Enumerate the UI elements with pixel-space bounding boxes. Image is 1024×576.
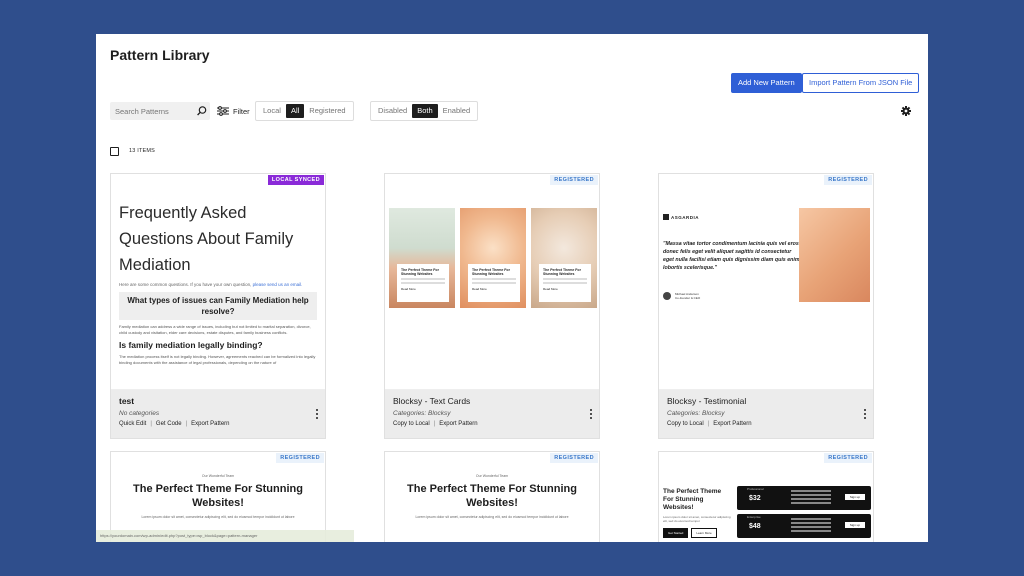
preview-heading: The Perfect Theme For Stunning Websites! xyxy=(133,483,303,509)
pattern-preview[interactable]: LOCAL SYNCED Frequently Asked Questions … xyxy=(111,174,325,390)
card-actions: Quick Edit | Get Code | Export Pattern xyxy=(119,421,230,427)
read-more-link: Read More xyxy=(472,287,487,291)
preview-image xyxy=(799,208,870,302)
preview-intro: Here are some common questions. If you h… xyxy=(119,282,303,287)
preview-answer: Family mediation can address a wide rang… xyxy=(119,324,311,335)
preview-heading: The Perfect Theme For Stunning Websites! xyxy=(663,488,722,511)
more-options-icon[interactable] xyxy=(315,408,319,420)
pattern-categories: No categories xyxy=(119,410,160,417)
preview-kicker: Our Wonderful Team xyxy=(475,474,509,478)
select-all-checkbox[interactable] xyxy=(110,147,119,156)
search-icon[interactable] xyxy=(196,105,208,117)
pattern-preview[interactable]: REGISTERED Our Wonderful Team The Perfec… xyxy=(111,452,325,542)
pattern-preview[interactable]: REGISTERED The Perfect Theme For Stunnin… xyxy=(385,174,599,390)
status-badge: REGISTERED xyxy=(550,175,598,185)
status-toggle: Disabled Both Enabled xyxy=(370,101,479,121)
filter-icon xyxy=(217,106,229,116)
pattern-card[interactable]: LOCAL SYNCED Frequently Asked Questions … xyxy=(110,173,326,439)
status-badge: LOCAL SYNCED xyxy=(267,175,324,185)
preview-logo: ASGARDIA xyxy=(663,214,803,220)
pricing-plan: Professional $32 Sign up xyxy=(737,486,871,510)
copy-to-local-link[interactable]: Copy to Local xyxy=(393,421,430,427)
copy-to-local-link[interactable]: Copy to Local xyxy=(667,421,704,427)
status-badge: REGISTERED xyxy=(824,453,872,463)
pattern-card[interactable]: REGISTERED Our Wonderful Team The Perfec… xyxy=(384,451,600,542)
preview-answer: The mediation process itself is not lega… xyxy=(119,354,316,365)
preview-subtext: Lorem ipsum dolor sit amet, consectetur … xyxy=(415,515,569,519)
preview-button: Learn More xyxy=(691,528,717,538)
status-badge: REGISTERED xyxy=(824,175,872,185)
preview-button: Get Started xyxy=(663,528,689,538)
browser-status-bar: https://yourdomain.com/wp-admin/edit.php… xyxy=(96,530,354,542)
preview-text: Lorem ipsum dolor sit amet, consectetur … xyxy=(663,515,731,523)
preview-author: Michael Anderson Co-founder & CEO xyxy=(663,292,803,300)
pattern-card[interactable]: REGISTERED Our Wonderful Team The Perfec… xyxy=(110,451,326,542)
preview-question: Is family mediation legally binding? xyxy=(119,340,263,350)
items-count: 13 ITEMS xyxy=(129,148,156,154)
status-badge: REGISTERED xyxy=(276,453,324,463)
pattern-categories: Categories: Blocksy xyxy=(393,410,451,417)
get-code-link[interactable]: Get Code xyxy=(156,421,182,427)
card-heading: The Perfect Theme For Stunning Websites xyxy=(543,268,581,276)
status-badge: REGISTERED xyxy=(550,453,598,463)
gear-icon[interactable] xyxy=(901,106,911,116)
preview-quote: "Massa vitae tortor condimentum lacinia … xyxy=(663,241,800,271)
pattern-preview[interactable]: REGISTERED ASGARDIA "Massa vitae tortor … xyxy=(659,174,873,390)
card-footer: Blocksy - Text Cards Categories: Blocksy… xyxy=(385,390,599,438)
pattern-title: test xyxy=(119,396,135,406)
scope-registered[interactable]: Registered xyxy=(304,104,350,118)
preview-heading: Frequently Asked Questions About Family … xyxy=(119,204,294,274)
pattern-title: Blocksy - Testimonial xyxy=(667,396,747,406)
export-pattern-link[interactable]: Export Pattern xyxy=(191,421,229,427)
status-enabled[interactable]: Enabled xyxy=(438,104,476,118)
preview-kicker: Our Wonderful Team xyxy=(201,474,235,478)
card-actions: Copy to Local | Export Pattern xyxy=(667,421,752,427)
pattern-library-panel: Pattern Library Add New Pattern Import P… xyxy=(96,34,928,542)
read-more-link: Read More xyxy=(401,287,416,291)
pattern-card[interactable]: REGISTERED The Perfect Theme For Stunnin… xyxy=(658,451,874,542)
preview-subtext: Lorem ipsum dolor sit amet, consectetur … xyxy=(141,515,295,519)
read-more-link: Read More xyxy=(543,287,558,291)
scope-toggle: Local All Registered xyxy=(255,101,354,121)
page-title: Pattern Library xyxy=(110,47,210,63)
card-heading: The Perfect Theme For Stunning Websites xyxy=(472,268,510,276)
export-pattern-link[interactable]: Export Pattern xyxy=(713,421,751,427)
filter-button[interactable]: Filter xyxy=(216,104,250,118)
pattern-card[interactable]: REGISTERED The Perfect Theme For Stunnin… xyxy=(384,173,600,439)
pattern-title: Blocksy - Text Cards xyxy=(393,396,471,406)
status-both[interactable]: Both xyxy=(412,104,438,118)
preview-heading: The Perfect Theme For Stunning Websites! xyxy=(407,483,577,509)
export-pattern-link[interactable]: Export Pattern xyxy=(439,421,477,427)
scope-all[interactable]: All xyxy=(285,104,305,118)
pricing-plan: Enterprise $48 Sign up xyxy=(737,514,871,538)
filter-label: Filter xyxy=(233,106,250,116)
scope-local[interactable]: Local xyxy=(258,104,286,118)
preview-question: What types of issues can Family Mediatio… xyxy=(119,292,317,320)
card-actions: Copy to Local | Export Pattern xyxy=(393,421,478,427)
search-input[interactable] xyxy=(110,102,210,120)
card-footer: test No categories Quick Edit | Get Code |… xyxy=(111,390,325,438)
pattern-preview[interactable]: REGISTERED The Perfect Theme For Stunnin… xyxy=(659,452,873,542)
pattern-categories: Categories: Blocksy xyxy=(667,410,725,417)
card-heading: The Perfect Theme For Stunning Websites xyxy=(401,268,439,276)
more-options-icon[interactable] xyxy=(863,408,867,420)
card-footer: Blocksy - Testimonial Categories: Blocks… xyxy=(659,390,873,438)
status-disabled[interactable]: Disabled xyxy=(373,104,412,118)
pattern-preview[interactable]: REGISTERED Our Wonderful Team The Perfec… xyxy=(385,452,599,542)
add-new-pattern-button[interactable]: Add New Pattern xyxy=(731,73,802,93)
more-options-icon[interactable] xyxy=(589,408,593,420)
avatar xyxy=(663,292,671,300)
pattern-card[interactable]: REGISTERED ASGARDIA "Massa vitae tortor … xyxy=(658,173,874,439)
quick-edit-link[interactable]: Quick Edit xyxy=(119,421,146,427)
import-pattern-button[interactable]: Import Pattern From JSON File xyxy=(802,73,920,93)
